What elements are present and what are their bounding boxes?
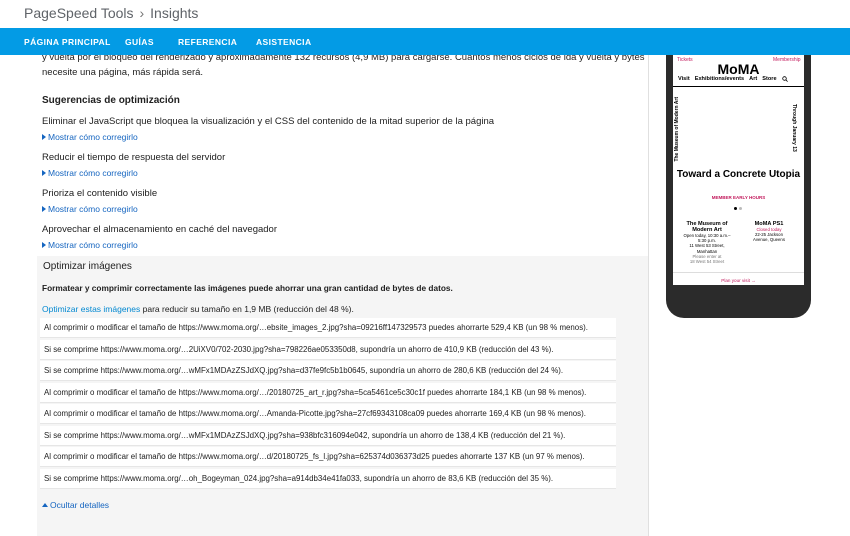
rule-title: Eliminar el JavaScript que bloquea la vi… — [42, 116, 495, 127]
table-row: Al comprimir o modificar el tamaño de ht… — [40, 318, 616, 338]
preview-nav: Visit Exhibitions/events Art Store — [678, 76, 788, 82]
dot-icon — [739, 207, 742, 210]
table-row: Al comprimir o modificar el tamaño de ht… — [40, 383, 616, 403]
triangle-right-icon — [42, 242, 46, 248]
panel-title: Optimizar imágenes — [43, 261, 132, 272]
results-content: y vuelta por el bloqueo del renderizado … — [0, 55, 648, 536]
search-icon — [781, 76, 788, 82]
preview-nav-rule — [673, 86, 804, 87]
table-row: Si se comprime https://www.moma.org/…wMF… — [40, 361, 616, 381]
rule-title: Reducir el tiempo de respuesta del servi… — [42, 152, 226, 163]
preview-vertical-right: Through January 13 — [791, 104, 797, 152]
suggestions-heading: Sugerencias de optimización — [42, 95, 180, 106]
nav-guides[interactable]: GUÍAS — [125, 37, 154, 47]
rule-title: Aprovechar el almacenamiento en caché de… — [42, 224, 278, 235]
show-fix-link[interactable]: Mostrar cómo corregirlo — [42, 168, 138, 178]
triangle-right-icon — [42, 170, 46, 176]
table-row: Si se comprime https://www.moma.org/…2Ui… — [40, 340, 616, 360]
preview-location-moma: The Museum of Modern Art Open today, 10:… — [683, 221, 731, 265]
panel-description: Formatear y comprimir correctamente las … — [42, 283, 453, 293]
chevron-right-icon: › — [139, 5, 145, 21]
mobile-preview-device: Tickets Membership MoMA Visit Exhibition… — [666, 55, 811, 318]
breadcrumb-root-link[interactable]: PageSpeed Tools — [24, 5, 134, 21]
triangle-right-icon — [42, 206, 46, 212]
preview-plan-visit: Plan your visit → — [721, 278, 756, 283]
breadcrumb-current[interactable]: Insights — [150, 5, 198, 21]
nav-home[interactable]: PÁGINA PRINCIPAL — [24, 37, 111, 47]
show-fix-link[interactable]: Mostrar cómo corregirlo — [42, 240, 138, 250]
table-row: Al comprimir o modificar el tamaño de ht… — [40, 404, 616, 424]
breadcrumb: PageSpeed Tools › Insights — [24, 5, 198, 21]
optimize-images-panel: Optimizar imágenes Formatear y comprimir… — [37, 256, 648, 536]
table-row: Al comprimir o modificar el tamaño de ht… — [40, 447, 616, 467]
top-header: PageSpeed Tools › Insights — [0, 0, 850, 28]
panel-summary: Optimizar estas imágenes para reducir su… — [42, 304, 354, 314]
hide-details-link[interactable]: Ocultar detalles — [42, 500, 109, 510]
preview-vertical-left: The Museum of Modern Art — [674, 97, 680, 162]
triangle-right-icon — [42, 134, 46, 140]
intro-text-line1: y vuelta por el bloqueo del renderizado … — [42, 55, 645, 63]
dot-icon — [734, 207, 737, 210]
table-row: Si se comprime https://www.moma.org/…oh_… — [40, 469, 616, 489]
optimize-images-link[interactable]: Optimizar estas imágenes — [42, 304, 140, 314]
nav-reference[interactable]: REFERENCIA — [178, 37, 237, 47]
moma-logo: MoMA — [717, 61, 760, 77]
show-fix-link[interactable]: Mostrar cómo corregirlo — [42, 204, 138, 214]
column-divider — [648, 55, 649, 536]
triangle-up-icon — [42, 503, 48, 507]
preview-carousel-dots — [734, 207, 742, 210]
mobile-preview-screen: Tickets Membership MoMA Visit Exhibition… — [673, 55, 804, 285]
show-fix-link[interactable]: Mostrar cómo corregirlo — [42, 132, 138, 142]
nav-bar: PÁGINA PRINCIPAL GUÍAS REFERENCIA ASISTE… — [0, 28, 850, 55]
rule-title: Prioriza el contenido visible — [42, 188, 158, 199]
preview-member-hours: MEMBER EARLY HOURS — [711, 195, 766, 200]
preview-divider — [673, 272, 804, 273]
preview-exhibition-title: Toward a Concrete Utopia — [676, 169, 801, 180]
nav-support[interactable]: ASISTENCIA — [256, 37, 311, 47]
table-row: Si se comprime https://www.moma.org/…wMF… — [40, 426, 616, 446]
intro-text-line2: necesite una página, más rápida será. — [42, 67, 204, 78]
preview-location-ps1: MoMA PS1 Closed today 22-25 Jackson Aven… — [753, 221, 785, 243]
